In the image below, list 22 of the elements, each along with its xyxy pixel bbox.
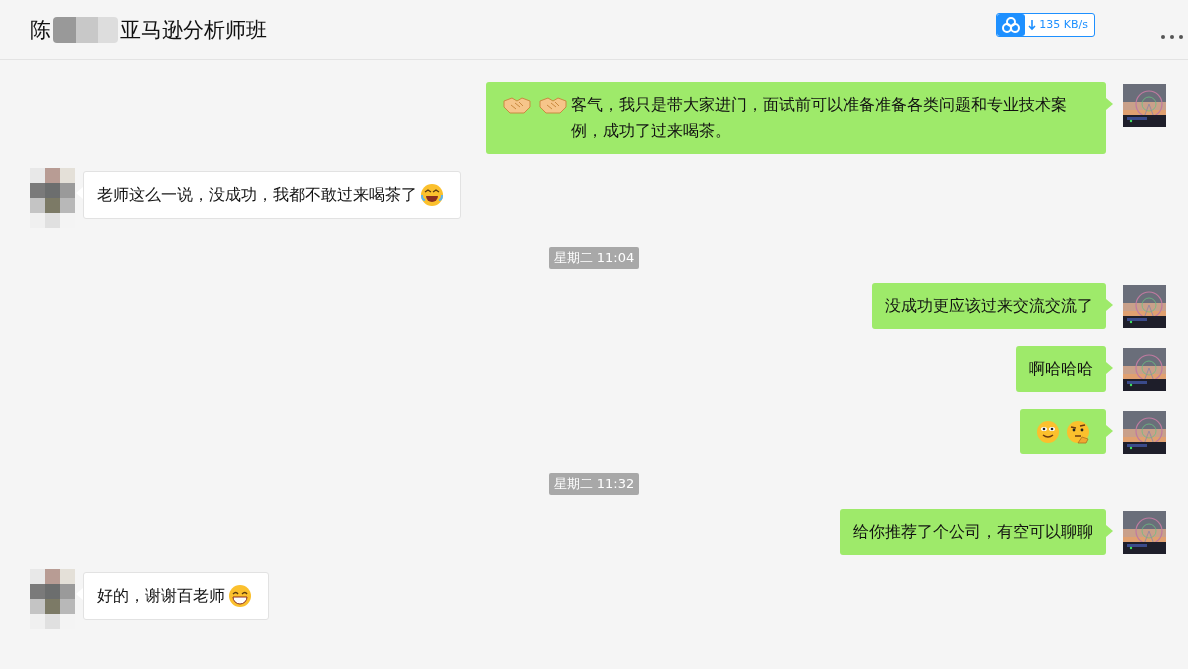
cloud-icon	[997, 13, 1026, 36]
laughing-face-icon	[420, 183, 444, 207]
message-text: 给你推荐了个公司，有空可以聊聊	[853, 521, 1093, 543]
timestamp: 星期二 11:04	[548, 247, 640, 269]
pixelated-avatar	[30, 569, 75, 629]
download-arrow-icon	[1028, 18, 1037, 31]
grinning-face-icon	[228, 584, 252, 608]
chat-title: 陈	[30, 16, 51, 44]
message-text: 老师这么一说，没成功，我都不敢过来喝茶了	[97, 184, 417, 206]
message-text: 啊哈哈哈	[1029, 358, 1093, 380]
message-text: 客气，我只是带大家进门，面试前可以准备准备各类问题和专业技术案例，成功了过来喝茶。	[571, 94, 1068, 142]
message-text: 好的，谢谢百老师	[97, 585, 225, 607]
message-text: 没成功更应该过来交流交流了	[885, 295, 1093, 317]
chat-title: 亚马逊分析师班	[120, 16, 267, 44]
network-speed-widget[interactable]: 135 KB/s	[996, 12, 1095, 37]
pixelated-avatar	[30, 168, 75, 228]
redaction-block	[53, 16, 118, 43]
timestamp: 星期二 11:32	[548, 473, 640, 495]
more-icon[interactable]	[1160, 33, 1184, 40]
speed-text: 135 KB/s	[1039, 18, 1088, 31]
smiling-face-icon	[1036, 420, 1060, 444]
thinking-face-icon	[1066, 420, 1090, 444]
